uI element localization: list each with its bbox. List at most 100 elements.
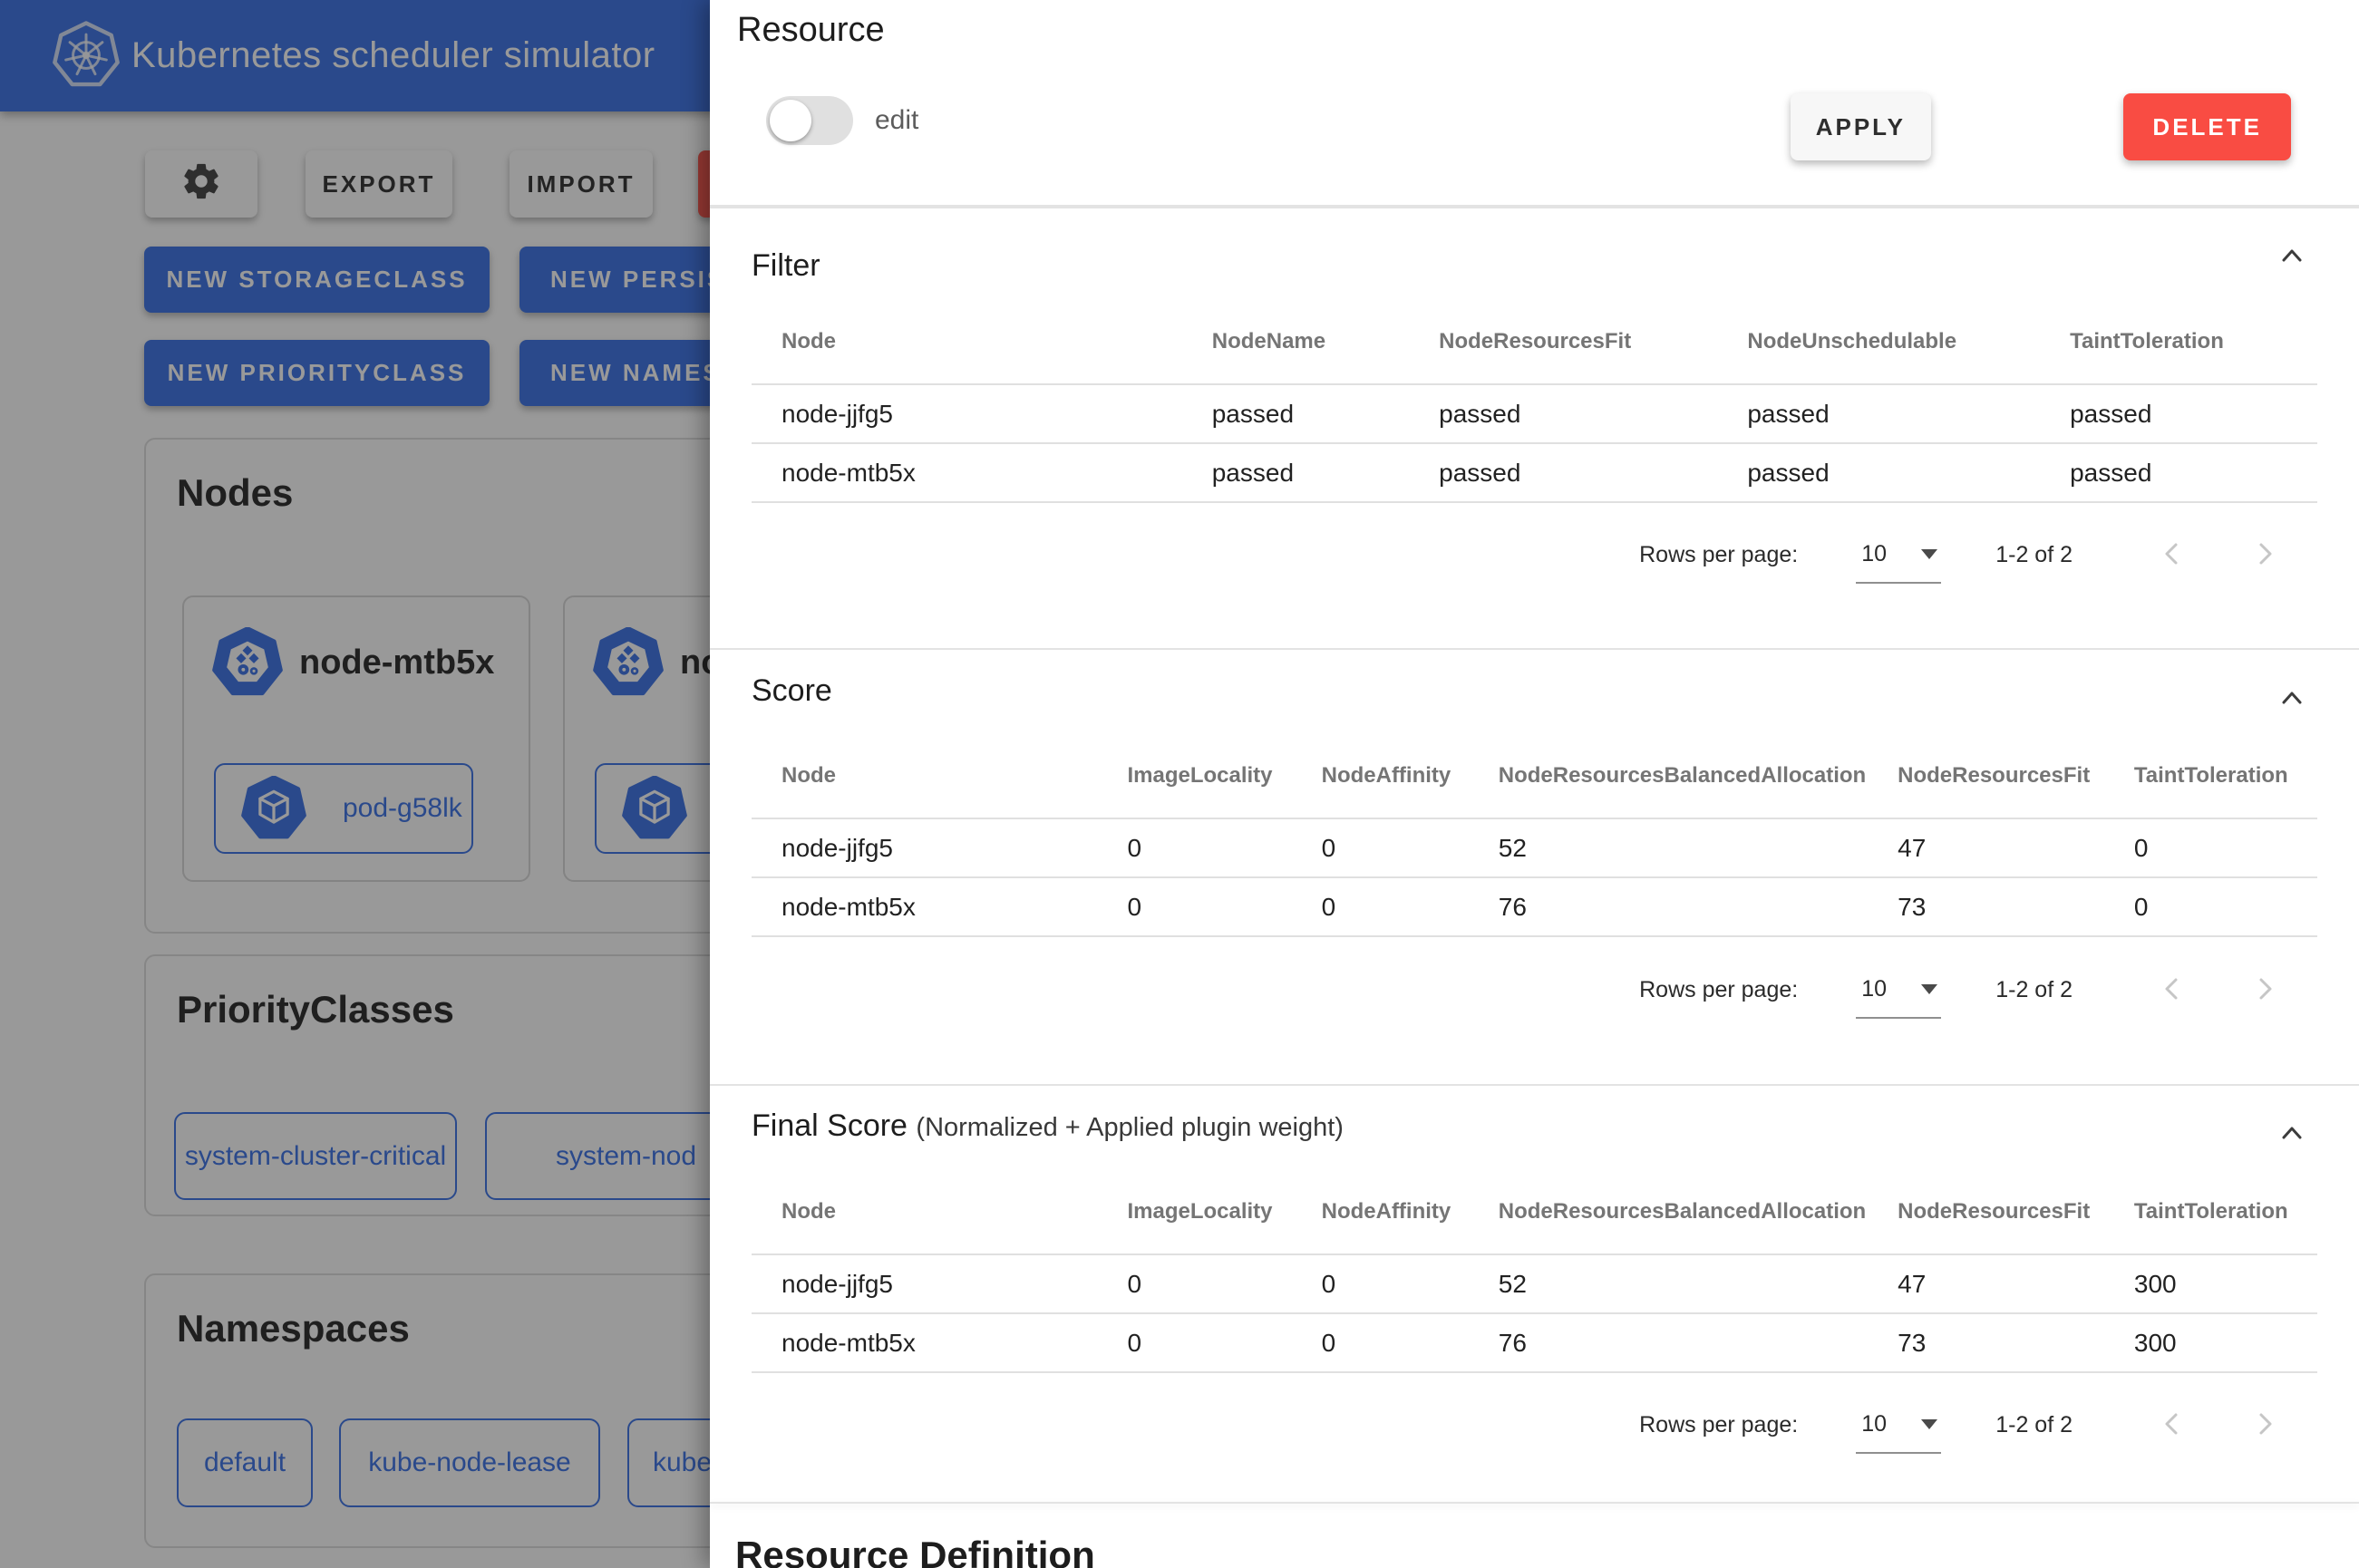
cell: passed <box>2070 443 2317 502</box>
rows-per-page-label: Rows per page: <box>1639 1412 1798 1438</box>
final-score-title-text: Final Score <box>752 1108 908 1143</box>
filter-table: Node NodeName NodeResourcesFit NodeUnsch… <box>752 299 2317 503</box>
pagination-range: 1-2 of 2 <box>1995 542 2073 568</box>
rows-per-page-value: 10 <box>1856 1411 1887 1437</box>
column-header: NodeResourcesFit <box>1898 1169 2134 1254</box>
chevron-up-icon <box>2277 242 2306 274</box>
final-score-section-title: Final Score (Normalized + Applied plugin… <box>752 1108 1344 1144</box>
dropdown-arrow-icon <box>1921 984 1937 994</box>
chevron-right-icon <box>2250 974 2279 1006</box>
filter-section-title: Filter <box>752 248 820 284</box>
chevron-up-icon <box>2277 684 2306 716</box>
rows-per-page-select[interactable]: 10 <box>1856 526 1941 584</box>
rows-per-page-value: 10 <box>1856 976 1887 1002</box>
cell: 52 <box>1499 818 1898 877</box>
cell: 0 <box>1127 1313 1321 1372</box>
cell: 300 <box>2134 1313 2317 1372</box>
filter-pagination: Rows per page: 10 1-2 of 2 <box>1639 500 2285 609</box>
edit-toggle-thumb <box>770 100 811 141</box>
app-root: Kubernetes scheduler simulator EXPORT IM… <box>0 0 2359 1568</box>
resource-drawer: Resource edit APPLY DELETE Filter Node N… <box>710 0 2359 1568</box>
final-score-pagination: Rows per page: 10 1-2 of 2 <box>1639 1370 2285 1479</box>
delete-button[interactable]: DELETE <box>2123 93 2291 160</box>
edit-toggle-label: edit <box>875 96 918 145</box>
cell: passed <box>2070 384 2317 443</box>
table-row: node-mtb5x 0 0 76 73 0 <box>752 877 2317 936</box>
column-header: NodeResourcesFit <box>1898 733 2134 818</box>
edit-toggle[interactable] <box>766 96 853 145</box>
column-header: Node <box>752 1169 1127 1254</box>
cell: 0 <box>1322 818 1499 877</box>
previous-page-button[interactable] <box>2152 970 2192 1010</box>
cell: 47 <box>1898 818 2134 877</box>
cell: 0 <box>1127 1254 1321 1313</box>
rows-per-page-label: Rows per page: <box>1639 542 1798 568</box>
column-header: ImageLocality <box>1127 733 1321 818</box>
section-divider <box>710 1502 2359 1504</box>
column-header: Node <box>752 733 1127 818</box>
pagination-range: 1-2 of 2 <box>1995 1412 2073 1438</box>
rows-per-page-label: Rows per page: <box>1639 977 1798 1003</box>
column-header: Node <box>752 299 1212 384</box>
table-row: node-jjfg5 0 0 52 47 300 <box>752 1254 2317 1313</box>
chevron-right-icon <box>2250 1409 2279 1441</box>
final-score-collapse-button[interactable] <box>2272 1115 2312 1155</box>
cell: 52 <box>1499 1254 1898 1313</box>
previous-page-button[interactable] <box>2152 535 2192 575</box>
final-score-table: Node ImageLocality NodeAffinity NodeReso… <box>752 1169 2317 1373</box>
chevron-left-icon <box>2158 539 2187 571</box>
column-header: TaintToleration <box>2070 299 2317 384</box>
cell: passed <box>1212 443 1439 502</box>
column-header: NodeResourcesBalancedAllocation <box>1499 733 1898 818</box>
column-header: NodeAffinity <box>1322 733 1499 818</box>
final-score-subtitle-text: (Normalized + Applied plugin weight) <box>916 1113 1344 1142</box>
cell: 0 <box>2134 818 2317 877</box>
cell: node-mtb5x <box>752 443 1212 502</box>
chevron-left-icon <box>2158 974 2187 1006</box>
drawer-topbar: Resource edit APPLY DELETE <box>710 0 2359 207</box>
next-page-button[interactable] <box>2245 535 2285 575</box>
table-row: node-mtb5x 0 0 76 73 300 <box>752 1313 2317 1372</box>
score-section: Score Node ImageLocality NodeAffinity No… <box>710 648 2359 1084</box>
cell: passed <box>1747 384 2070 443</box>
table-row: node-jjfg5 passed passed passed passed <box>752 384 2317 443</box>
table-header-row: Node NodeName NodeResourcesFit NodeUnsch… <box>752 299 2317 384</box>
rows-per-page-select[interactable]: 10 <box>1856 1396 1941 1454</box>
dropdown-arrow-icon <box>1921 1419 1937 1429</box>
chevron-left-icon <box>2158 1409 2187 1441</box>
cell: node-jjfg5 <box>752 1254 1127 1313</box>
column-header: NodeResourcesFit <box>1439 299 1747 384</box>
cell: node-jjfg5 <box>752 384 1212 443</box>
next-page-button[interactable] <box>2245 970 2285 1010</box>
cell: 0 <box>2134 877 2317 936</box>
cell: 76 <box>1499 877 1898 936</box>
cell: passed <box>1212 384 1439 443</box>
chevron-right-icon <box>2250 539 2279 571</box>
filter-section: Filter Node NodeName NodeResourcesFit No… <box>710 207 2359 648</box>
column-header: NodeName <box>1212 299 1439 384</box>
cell: node-mtb5x <box>752 1313 1127 1372</box>
cell: passed <box>1439 384 1747 443</box>
column-header: TaintToleration <box>2134 1169 2317 1254</box>
apply-button[interactable]: APPLY <box>1791 93 1931 160</box>
score-table: Node ImageLocality NodeAffinity NodeReso… <box>752 733 2317 937</box>
rows-per-page-select[interactable]: 10 <box>1856 961 1941 1019</box>
rows-per-page-value: 10 <box>1856 541 1887 567</box>
cell: passed <box>1439 443 1747 502</box>
chevron-up-icon <box>2277 1119 2306 1151</box>
next-page-button[interactable] <box>2245 1405 2285 1445</box>
table-row: node-jjfg5 0 0 52 47 0 <box>752 818 2317 877</box>
table-header-row: Node ImageLocality NodeAffinity NodeReso… <box>752 733 2317 818</box>
cell: 300 <box>2134 1254 2317 1313</box>
cell: 0 <box>1127 818 1321 877</box>
cell: 47 <box>1898 1254 2134 1313</box>
cell: 0 <box>1127 877 1321 936</box>
filter-collapse-button[interactable] <box>2272 237 2312 277</box>
resource-definition-title: Resource Definition <box>735 1534 1095 1568</box>
table-header-row: Node ImageLocality NodeAffinity NodeReso… <box>752 1169 2317 1254</box>
cell: passed <box>1747 443 2070 502</box>
pagination-range: 1-2 of 2 <box>1995 977 2073 1003</box>
previous-page-button[interactable] <box>2152 1405 2192 1445</box>
score-collapse-button[interactable] <box>2272 680 2312 720</box>
column-header: TaintToleration <box>2134 733 2317 818</box>
